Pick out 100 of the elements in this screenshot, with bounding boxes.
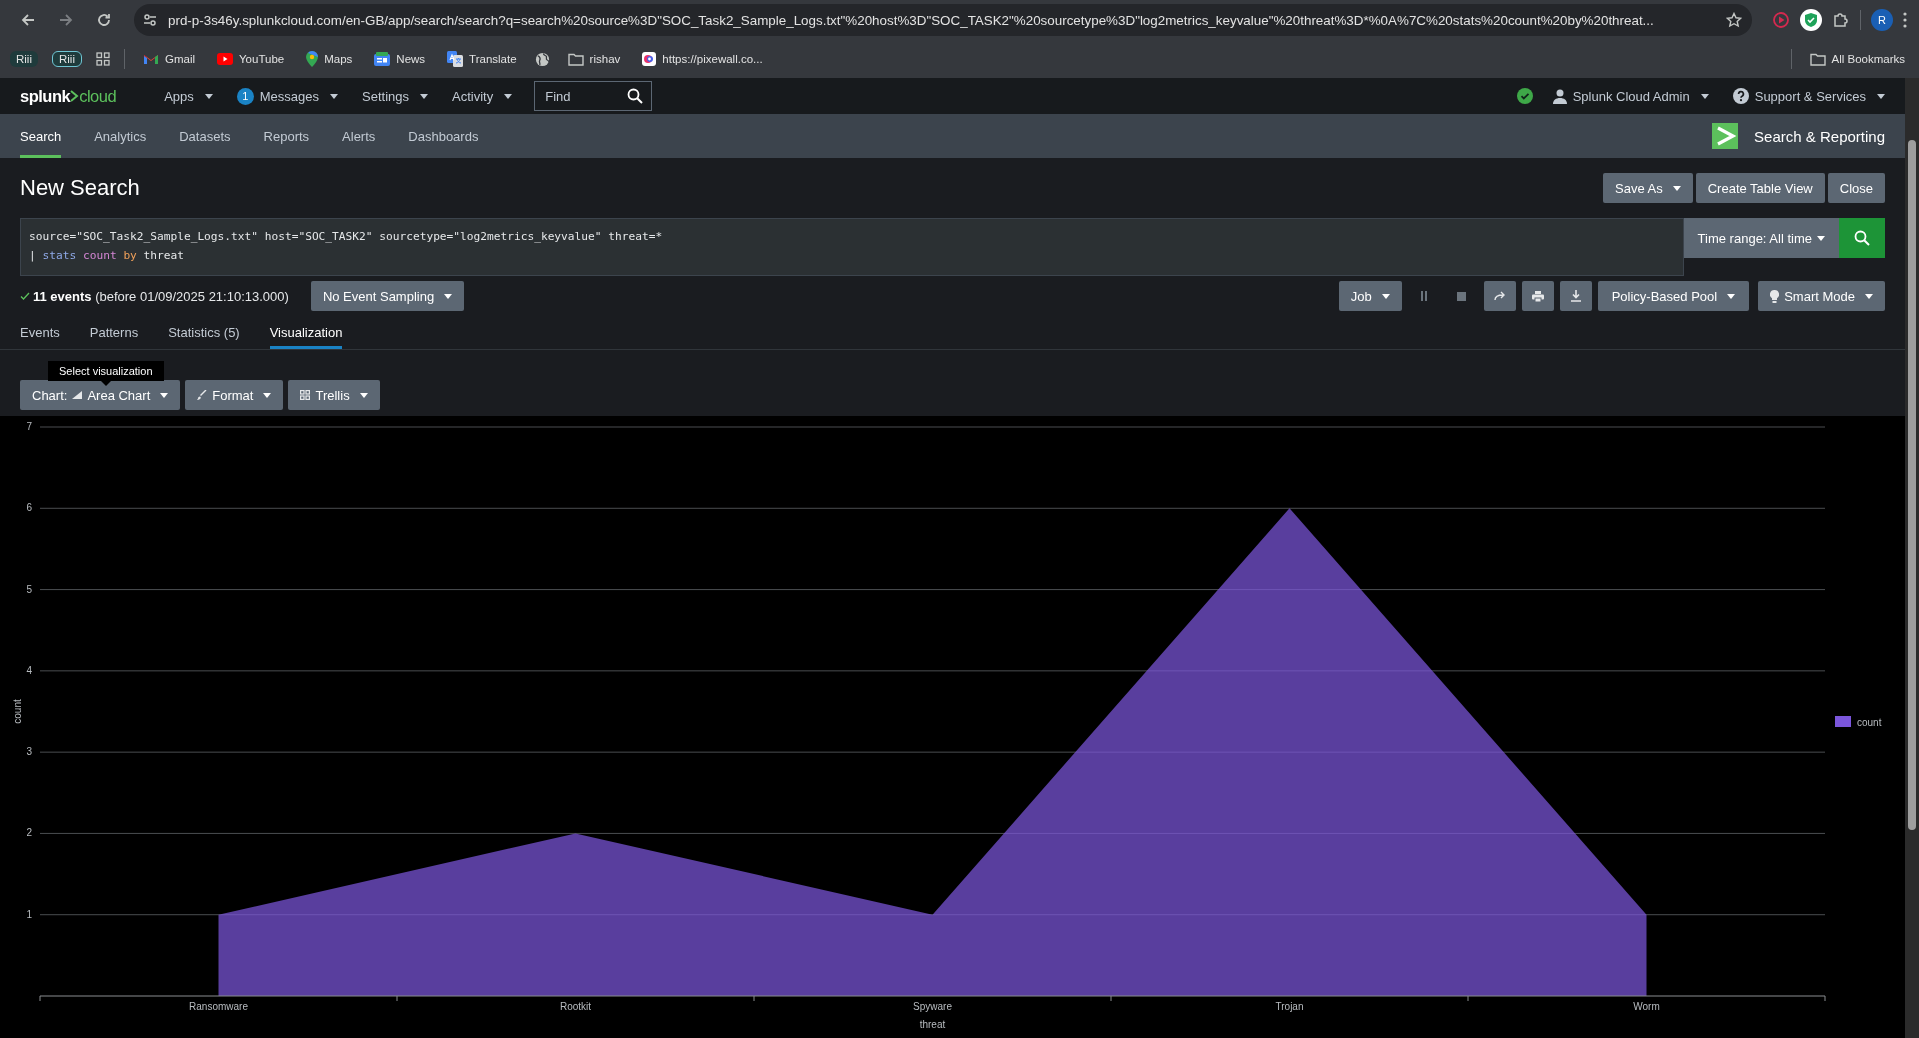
caret-icon <box>1877 93 1885 99</box>
results-tab[interactable]: Statistics (5) <box>168 316 240 349</box>
search-icon[interactable] <box>627 88 644 104</box>
caret-icon <box>1672 185 1681 191</box>
axis-tick-label: 6 <box>26 502 32 514</box>
back-arrow-icon <box>20 12 36 28</box>
axis-tick-label: 2 <box>26 827 32 839</box>
nav-tab[interactable]: Dashboards <box>408 114 479 158</box>
bookmark-link[interactable]: Maps <box>302 48 357 70</box>
menu-icon[interactable] <box>1903 12 1907 28</box>
nav-tab[interactable]: Analytics <box>94 114 147 158</box>
url-text: prd-p-3s46y.splunkcloud.com/en-GB/app/search/search?q=search%20source%3D"SOC_Task2_Sample_Logs.txt"%20host%3D"SOC_TASK2"%20sourcetype%3D"log2metrics_keyvalue"%20threat%3D*%0A%7C%20stats%20count%20by%20threat... <box>168 12 1655 28</box>
results-tab[interactable]: Visualization <box>269 316 343 349</box>
nav-tab[interactable]: Datasets <box>179 114 231 158</box>
action-button[interactable]: Create Table View <box>1695 173 1825 203</box>
axis-title: threat <box>919 1019 946 1030</box>
results-tab[interactable]: Patterns <box>89 316 139 349</box>
play-icon <box>217 53 233 65</box>
results-tab[interactable]: Events <box>20 316 60 349</box>
shield-extension-icon[interactable] <box>1800 9 1822 31</box>
site-settings-icon[interactable] <box>142 12 158 28</box>
extensions-icon[interactable] <box>1832 11 1850 29</box>
axis-title: count <box>12 699 23 724</box>
caret-icon <box>330 93 339 99</box>
sampling-dropdown[interactable]: No Event Sampling <box>310 281 465 311</box>
scrollbar[interactable] <box>1905 78 1919 1038</box>
stop-icon <box>1457 291 1467 301</box>
nav-tab[interactable]: Reports <box>263 114 310 158</box>
nav-menu[interactable]: Activity <box>440 78 525 114</box>
caret-icon <box>444 293 453 299</box>
site-icon <box>642 52 657 66</box>
action-button[interactable]: Close <box>1827 173 1885 203</box>
health-status-icon[interactable] <box>1516 88 1533 104</box>
viz-dropdown[interactable]: Chart: Area Chart <box>20 380 181 410</box>
map-pin-icon <box>306 51 319 67</box>
job-menu[interactable]: Job <box>1338 281 1402 311</box>
printer-icon <box>1531 290 1544 302</box>
action-button[interactable]: Save As <box>1603 173 1693 203</box>
newspaper-icon <box>374 52 391 66</box>
translate-icon <box>447 51 464 67</box>
lightbulb-icon <box>1770 289 1780 303</box>
tooltip: Select visualization <box>48 361 164 381</box>
legend-label[interactable]: count <box>1857 717 1882 728</box>
axis-tick-label: Trojan <box>1275 1001 1304 1012</box>
app-logo-icon[interactable] <box>1712 123 1739 149</box>
bookmark-link[interactable]: https://pixewall.co... <box>638 49 767 69</box>
axis-tick-label: Rootkit <box>559 1001 592 1012</box>
bookmark-link[interactable]: YouTube <box>213 50 289 68</box>
search-icon <box>1854 230 1870 246</box>
share-button[interactable] <box>1483 281 1516 311</box>
grid-icon[interactable] <box>95 52 110 66</box>
share-arrow-icon <box>1493 291 1506 301</box>
bookmark-chip[interactable]: Riii <box>52 51 82 67</box>
user-icon <box>1552 88 1567 104</box>
bookmark-star-icon[interactable] <box>1726 12 1742 28</box>
find-input[interactable]: Find <box>543 87 628 105</box>
app-name: Search & Reporting <box>1754 127 1885 145</box>
viz-dropdown[interactable]: Trellis <box>288 380 380 410</box>
check-icon <box>20 291 30 301</box>
bookmark-link[interactable]: rishav <box>563 49 625 69</box>
time-range-picker[interactable]: Time range: All time <box>1683 218 1839 258</box>
all-bookmarks-button[interactable]: All Bookmarks <box>1805 49 1909 69</box>
find-field[interactable]: Find <box>534 81 653 111</box>
globe-icon[interactable] <box>534 51 550 67</box>
bookmark-chip[interactable]: Riii <box>10 51 38 67</box>
caret-icon <box>1865 293 1873 299</box>
nav-tab[interactable]: Alerts <box>342 114 376 158</box>
nav-menu[interactable]: Apps <box>152 78 225 114</box>
address-bar[interactable] <box>134 4 1752 36</box>
user-menu[interactable]: Splunk Cloud Admin <box>1540 78 1721 114</box>
axis-tick-label: 3 <box>26 746 32 758</box>
logo-chevron-icon <box>70 90 80 102</box>
pool-dropdown[interactable]: Policy-Based Pool <box>1597 281 1750 311</box>
search-query-field[interactable]: source="SOC_Task2_Sample_Logs.txt" host="SOC_TASK2" sourcetype="log2metrics_keyvalue" threat=* | stats count by threat <box>20 218 1684 276</box>
caret-icon <box>263 392 272 398</box>
caret-icon <box>160 392 169 398</box>
caret-icon <box>204 93 213 99</box>
pause-icon <box>1419 291 1428 301</box>
mode-dropdown[interactable]: Smart Mode <box>1758 281 1885 311</box>
bookmark-link[interactable]: Translate <box>443 48 521 70</box>
grid-icon <box>300 390 311 400</box>
notification-badge: 1 <box>236 87 254 105</box>
search-button[interactable] <box>1839 218 1885 258</box>
nav-menu[interactable]: Settings <box>350 78 440 114</box>
reload-icon <box>96 12 112 28</box>
nav-menu[interactable]: 1 Messages <box>224 78 351 114</box>
logo-text: splunk <box>20 86 71 106</box>
export-button[interactable] <box>1559 281 1592 311</box>
logo-text: cloud <box>79 86 117 106</box>
caret-icon <box>1817 235 1825 241</box>
folder-icon <box>567 52 584 66</box>
print-button[interactable] <box>1521 281 1554 311</box>
download-icon <box>1570 290 1581 302</box>
axis-tick-label: 1 <box>26 908 32 920</box>
tooltip-pointer-icon <box>100 381 111 386</box>
bookmark-link[interactable]: Gmail <box>138 50 199 68</box>
bookmark-link[interactable]: News <box>370 49 430 69</box>
viz-dropdown[interactable]: Format <box>185 380 284 410</box>
profile-avatar[interactable]: R <box>1871 9 1893 31</box>
support-menu[interactable]: Support & Services <box>1720 78 1885 114</box>
